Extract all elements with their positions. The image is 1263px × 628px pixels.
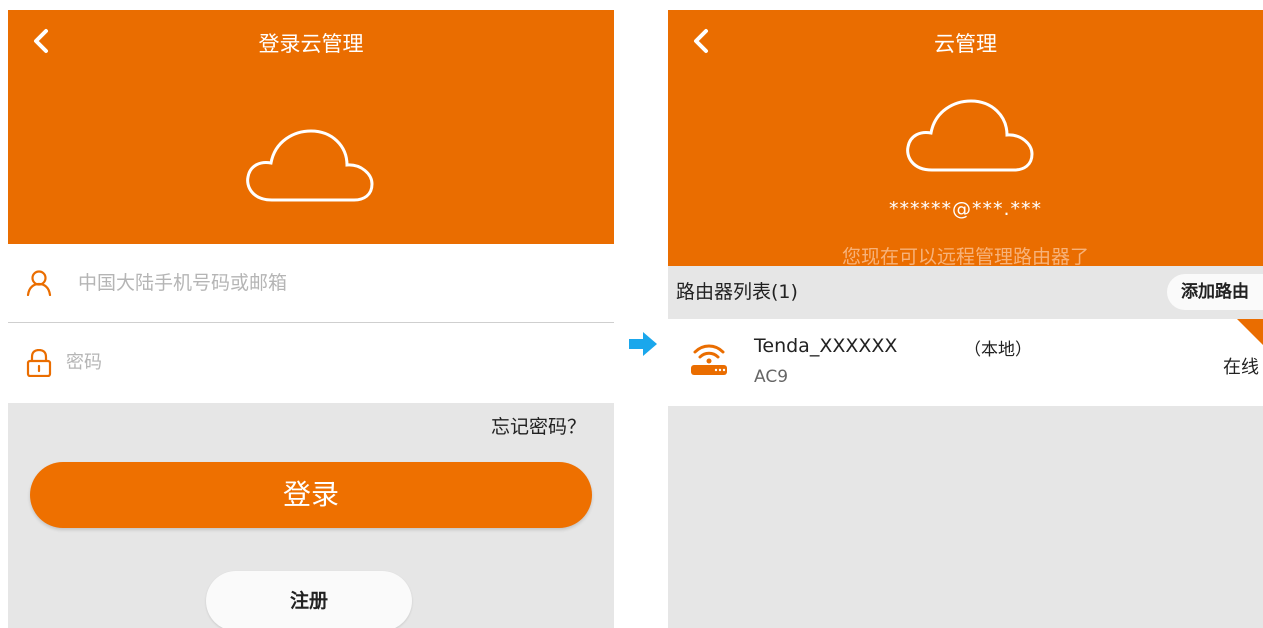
arrow-right-icon [629,332,657,360]
login-header: 登录云管理 [8,10,614,244]
cloud-icon [904,98,1036,178]
password-input[interactable]: 密码 [66,323,102,403]
corner-badge [1237,319,1263,345]
remote-tip: 您现在可以远程管理路由器了 [841,246,1089,268]
router-list-title: 路由器列表(1) [676,281,798,303]
password-field[interactable]: 密码 [8,323,614,403]
user-icon [26,270,52,300]
router-name: Tenda_XXXXXX [754,335,898,357]
page-title: 登录云管理 [258,32,364,56]
router-local-tag: （本地） [964,340,1032,360]
add-router-button[interactable]: 添加路由 [1167,274,1263,310]
cloud-management-screen: 云管理 ******@***.*** 您现在可以远程管理路由器了 路由器列表(1… [668,10,1263,628]
router-list-item[interactable]: Tenda_XXXXXX （本地） AC9 在线 [668,319,1263,406]
forgot-password-link[interactable]: 忘记密码？ [491,412,586,439]
login-screen: 登录云管理 中国大陆手机号码或邮箱 密码 忘记密码？ 登录 注册 [8,10,614,628]
register-button[interactable]: 注册 [206,571,412,628]
page-title: 云管理 [934,32,997,56]
status-badge: 在线 [1223,357,1259,378]
router-list-header: 路由器列表(1) 添加路由 [668,266,1263,319]
username-field[interactable]: 中国大陆手机号码或邮箱 [8,244,614,323]
login-button[interactable]: 登录 [30,462,592,528]
account-label: ******@***.*** [888,198,1043,220]
lock-icon [26,348,52,381]
username-input[interactable]: 中国大陆手机号码或邮箱 [78,244,287,322]
router-model: AC9 [754,367,789,387]
cloud-header: 云管理 ******@***.*** 您现在可以远程管理路由器了 [668,10,1263,268]
cloud-icon [244,128,376,208]
wifi-router-icon [688,339,730,383]
